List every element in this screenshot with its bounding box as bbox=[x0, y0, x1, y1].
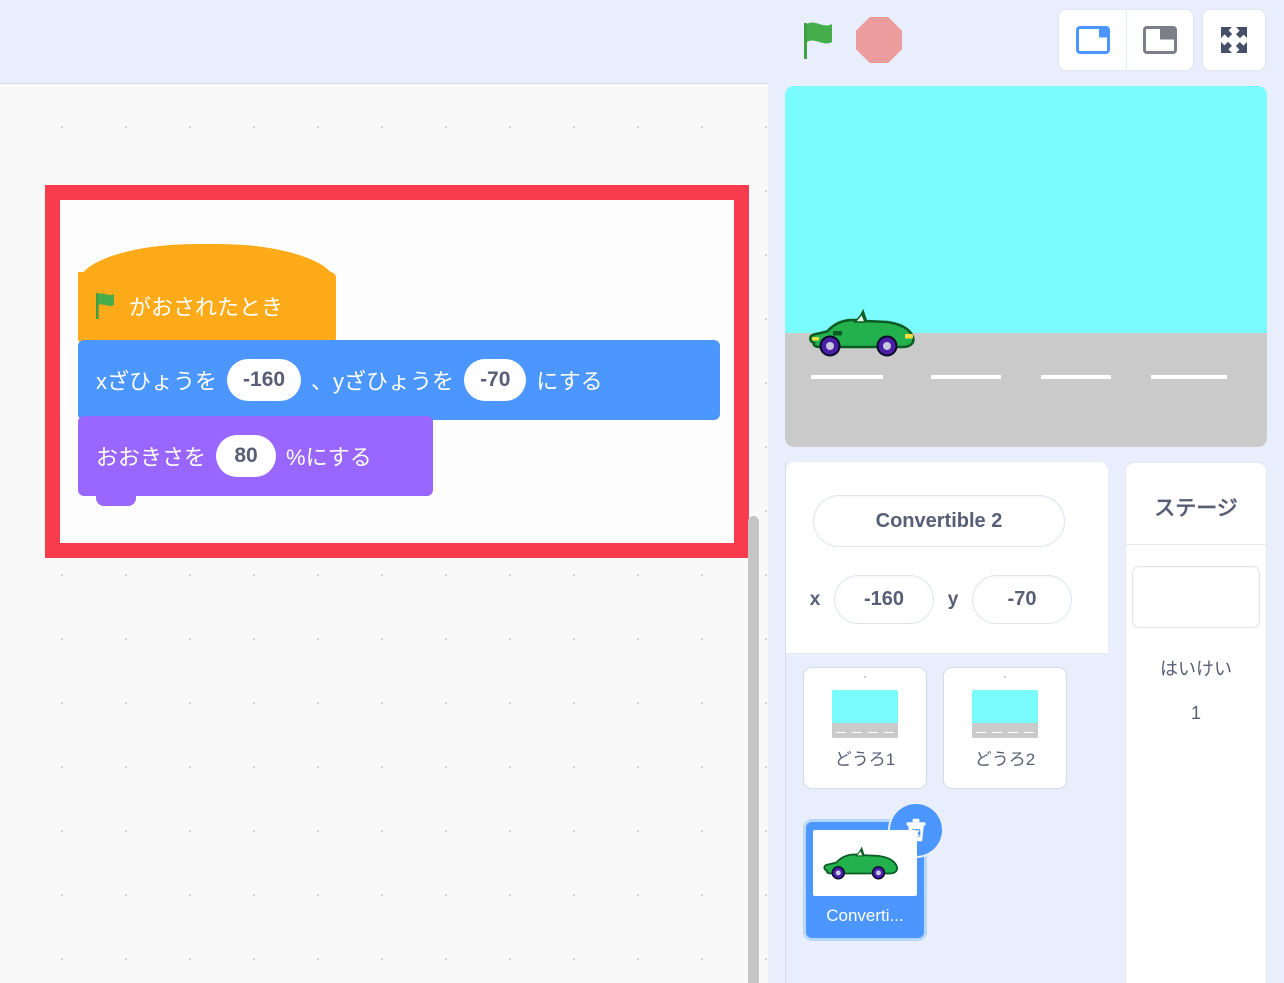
thumb-marker-icon bbox=[864, 676, 866, 678]
setsize-value-input[interactable]: 80 bbox=[216, 435, 277, 477]
goto-text-before: xざひょうを bbox=[96, 369, 218, 394]
block-notch bbox=[96, 495, 136, 506]
sprite-y-label: y bbox=[947, 588, 959, 610]
sprite-coordinates-row: x -160 y -70 bbox=[808, 575, 1072, 624]
goto-text-after: にする bbox=[536, 369, 603, 394]
fullscreen-icon bbox=[1221, 27, 1247, 53]
backdrop-label: はいけい bbox=[1160, 659, 1232, 679]
lane-marker bbox=[811, 375, 883, 379]
large-stage-layout-button[interactable] bbox=[1126, 10, 1193, 70]
stage-sprite-convertible[interactable] bbox=[807, 309, 922, 359]
lane-marker bbox=[1151, 375, 1227, 379]
sprite-name-input[interactable]: Convertible 2 bbox=[813, 495, 1065, 547]
sprite-selector-list: どうろ1 どうろ2 Converti... bbox=[786, 655, 1108, 983]
sprite-item-label: Converti... bbox=[826, 906, 904, 925]
backdrop-thumbnail-icon bbox=[972, 690, 1038, 738]
backdrop-thumbnail-button[interactable] bbox=[1132, 566, 1260, 628]
code-workspace[interactable]: がおされたとき xざひょうを -160 、yざひょうを -70 にする おおきさ… bbox=[0, 83, 768, 983]
goto-y-input[interactable]: -70 bbox=[464, 359, 527, 401]
hat-block-label: がおされたとき bbox=[129, 295, 284, 320]
large-stage-layout-icon bbox=[1143, 26, 1177, 54]
workspace-vertical-scrollbar[interactable] bbox=[748, 516, 759, 983]
stage-selector-pane: ステージ はいけい 1 bbox=[1125, 462, 1267, 983]
sprite-item-label: どうろ2 bbox=[974, 750, 1036, 769]
sprite-x-input[interactable]: -160 bbox=[834, 575, 934, 624]
backdrop-thumbnail-icon bbox=[832, 690, 898, 738]
thumb-marker-icon bbox=[1004, 676, 1006, 678]
small-stage-layout-button[interactable] bbox=[1059, 10, 1126, 70]
lane-marker bbox=[1041, 375, 1111, 379]
script-stack[interactable]: がおされたとき xざひょうを -160 、yざひょうを -70 にする おおきさ… bbox=[78, 244, 728, 506]
stop-button[interactable] bbox=[856, 17, 902, 63]
goto-text-middle: 、yざひょうを bbox=[311, 369, 455, 394]
green-flag-icon bbox=[96, 293, 114, 319]
sprite-item-label: どうろ1 bbox=[834, 750, 896, 769]
stage-view[interactable] bbox=[785, 86, 1267, 447]
block-go-to-xy[interactable]: xざひょうを -160 、yざひょうを -70 にする bbox=[78, 340, 720, 430]
fullscreen-button[interactable] bbox=[1203, 10, 1265, 70]
lane-marker bbox=[931, 375, 1001, 379]
goto-x-input[interactable]: -160 bbox=[227, 359, 302, 401]
sprite-y-input[interactable]: -70 bbox=[972, 575, 1072, 624]
sprite-item-douro1[interactable]: どうろ1 bbox=[803, 667, 927, 789]
stop-sign-icon bbox=[856, 17, 902, 63]
sprite-item-douro2[interactable]: どうろ2 bbox=[943, 667, 1067, 789]
stage-size-toggle-group bbox=[1059, 10, 1193, 70]
setsize-text-after: %にする bbox=[286, 445, 372, 470]
sprite-x-label: x bbox=[809, 588, 821, 610]
green-flag-icon bbox=[804, 22, 832, 59]
block-set-size[interactable]: おおきさを 80 %にする bbox=[78, 416, 433, 506]
stage-sky bbox=[785, 86, 1267, 334]
sprite-thumb-row: どうろ1 どうろ2 Converti... bbox=[803, 667, 1108, 955]
backdrop-count: 1 bbox=[1190, 703, 1201, 723]
stage-panel-divider bbox=[1126, 544, 1266, 545]
sprite-pane: Convertible 2 x -160 y -70 どうろ1 どうろ2 Con… bbox=[785, 462, 1108, 983]
scratch-editor-window: がおされたとき xざひょうを -160 、yざひょうを -70 にする おおきさ… bbox=[0, 0, 1284, 983]
top-toolbar bbox=[0, 0, 1284, 80]
small-stage-layout-icon bbox=[1075, 26, 1110, 54]
green-flag-button[interactable] bbox=[795, 17, 841, 63]
stage-panel-title: ステージ bbox=[1154, 497, 1238, 520]
sprite-thumbnail-icon bbox=[813, 830, 917, 896]
setsize-text-before: おおきさを bbox=[96, 445, 207, 470]
block-when-flag-clicked[interactable]: がおされたとき bbox=[78, 244, 336, 354]
sprite-info-panel: Convertible 2 x -160 y -70 bbox=[786, 462, 1108, 654]
hat-block-label-group: がおされたとき bbox=[92, 290, 283, 322]
sprite-item-convertible[interactable]: Converti... bbox=[803, 804, 942, 941]
convertible-thumb-icon bbox=[823, 846, 898, 880]
